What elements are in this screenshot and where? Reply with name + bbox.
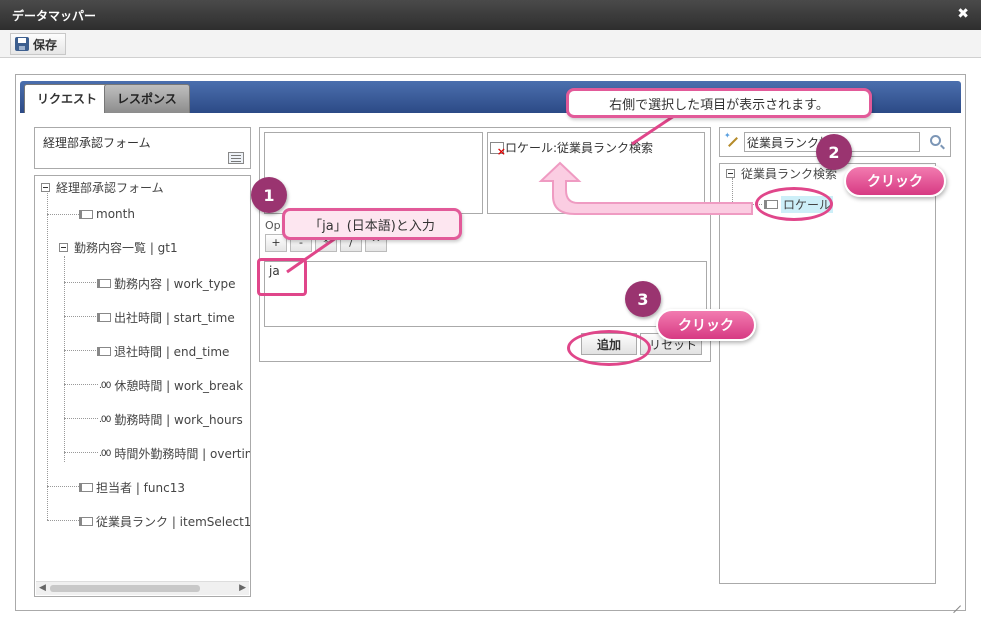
tree-node-work-break[interactable]: .00 休憩時間 | work_break [99, 377, 243, 394]
callout-text: 「ja」(日本語)と入力 [309, 218, 435, 234]
step-badge-3: 3 [625, 281, 661, 317]
toolbar: 保存 [0, 30, 981, 58]
tree-line [64, 418, 98, 419]
form-name-box: 経理部承認フォーム [34, 127, 251, 169]
tree-line [64, 256, 65, 462]
window-titlebar: データマッパー ✖ [0, 0, 981, 30]
save-button[interactable]: 保存 [10, 33, 67, 55]
floppy-disk-icon [15, 37, 29, 51]
tree-node-item14[interactable]: 従業員ランク | itemSelect14 [79, 513, 251, 530]
highlight-add-button [567, 330, 651, 366]
callout-input-ja: 「ja」(日本語)と入力 [282, 208, 462, 240]
collapse-icon[interactable] [726, 169, 735, 178]
selected-items-box[interactable]: ロケール:従業員ランク検索 [487, 132, 705, 214]
remove-item-icon[interactable] [490, 141, 506, 158]
tree-line [47, 214, 79, 215]
data-source-tree: 従業員ランク検索 ロケール [719, 163, 936, 584]
close-icon[interactable]: ✖ [957, 6, 969, 22]
field-icon [97, 313, 111, 322]
collapse-icon[interactable] [41, 183, 50, 192]
tree-node-label: 勤務内容一覧 | gt1 [74, 241, 178, 255]
tree-node-root[interactable]: 経理部承認フォーム [41, 179, 164, 196]
scroll-right-icon[interactable]: ▶ [239, 583, 246, 593]
save-button-label: 保存 [33, 37, 58, 52]
scrollbar-thumb[interactable] [50, 585, 200, 592]
tree-node-label: 従業員ランク | itemSelect14 [96, 515, 251, 529]
operator-label: Op [265, 219, 281, 232]
tree-line [47, 486, 79, 487]
request-tree: 経理部承認フォーム month 勤務内容一覧 | gt1 勤務内容 | work… [34, 175, 251, 597]
tree-node-label: 勤務時間 | work_hours [114, 413, 243, 427]
search-icon[interactable] [930, 135, 941, 146]
tree-line [64, 350, 98, 351]
tree-node-label: month [96, 207, 135, 221]
step-badge-2: 2 [816, 134, 852, 170]
window-title: データマッパー [12, 9, 97, 23]
number-icon: .00 [99, 414, 111, 425]
callout-selected-item: 右側で選択した項目が表示されます。 [566, 88, 872, 118]
tree-line [64, 384, 98, 385]
tree-line [64, 452, 98, 453]
tree-line [47, 190, 48, 520]
target-box[interactable] [264, 132, 483, 214]
tree-line [47, 520, 79, 521]
tree-line [64, 316, 98, 317]
click-label-3: クリック [656, 309, 756, 341]
tree-node-start-time[interactable]: 出社時間 | start_time [97, 309, 235, 326]
tab-request[interactable]: リクエスト [24, 84, 111, 113]
horizontal-scrollbar[interactable]: ◀ ▶ [36, 581, 249, 595]
step-badge-1: 1 [251, 177, 287, 213]
field-icon [79, 209, 93, 219]
tree-node-work-type[interactable]: 勤務内容 | work_type [97, 275, 236, 292]
number-icon: .00 [99, 448, 111, 459]
field-icon [79, 483, 93, 492]
highlight-locale-node [755, 187, 833, 221]
magic-wand-icon[interactable] [724, 131, 739, 149]
highlight-value-input [257, 258, 307, 296]
resize-grip-icon[interactable] [951, 596, 961, 606]
tree-node-label: 担当者 | func13 [96, 481, 185, 495]
mapping-editor: ロケール:従業員ランク検索 Op + - * / ^ ja 追加 リセット [259, 127, 711, 362]
selected-item[interactable]: ロケール:従業員ランク検索 [490, 139, 654, 158]
tree-node-label: 勤務内容 | work_type [114, 277, 236, 291]
tree-node-end-time[interactable]: 退社時間 | end_time [97, 343, 229, 360]
number-icon: .00 [99, 380, 111, 391]
scroll-left-icon[interactable]: ◀ [39, 583, 46, 593]
tree-node-label: 経理部承認フォーム [56, 181, 164, 195]
tree-node-label: 時間外勤務時間 | overtime [114, 447, 251, 461]
selected-item-label: ロケール:従業員ランク検索 [505, 141, 654, 155]
tree-node-label: 退社時間 | end_time [114, 345, 230, 359]
form-name: 経理部承認フォーム [43, 136, 151, 150]
list-icon[interactable] [228, 152, 244, 164]
tree-node-label: 休憩時間 | work_break [114, 379, 244, 393]
field-icon [97, 347, 111, 356]
field-icon [97, 279, 111, 288]
tree-node-overtime[interactable]: .00 時間外勤務時間 | overtime [99, 445, 251, 462]
tree-node-work-hours[interactable]: .00 勤務時間 | work_hours [99, 411, 243, 428]
tab-response[interactable]: レスポンス [104, 84, 190, 113]
tree-node-label: 従業員ランク検索 [741, 167, 838, 181]
field-icon [79, 517, 93, 526]
tree-node-gt1[interactable]: 勤務内容一覧 | gt1 [59, 239, 178, 256]
click-label-2: クリック [844, 165, 946, 197]
tree-node-func13[interactable]: 担当者 | func13 [79, 479, 185, 496]
tree-node-month[interactable]: month [79, 207, 135, 221]
tree-node-label: 出社時間 | start_time [114, 311, 235, 325]
collapse-icon[interactable] [59, 243, 68, 252]
tree-node-source-root[interactable]: 従業員ランク検索 [726, 165, 837, 182]
tree-line [64, 282, 98, 283]
callout-text: 右側で選択した項目が表示されます。 [609, 97, 829, 113]
